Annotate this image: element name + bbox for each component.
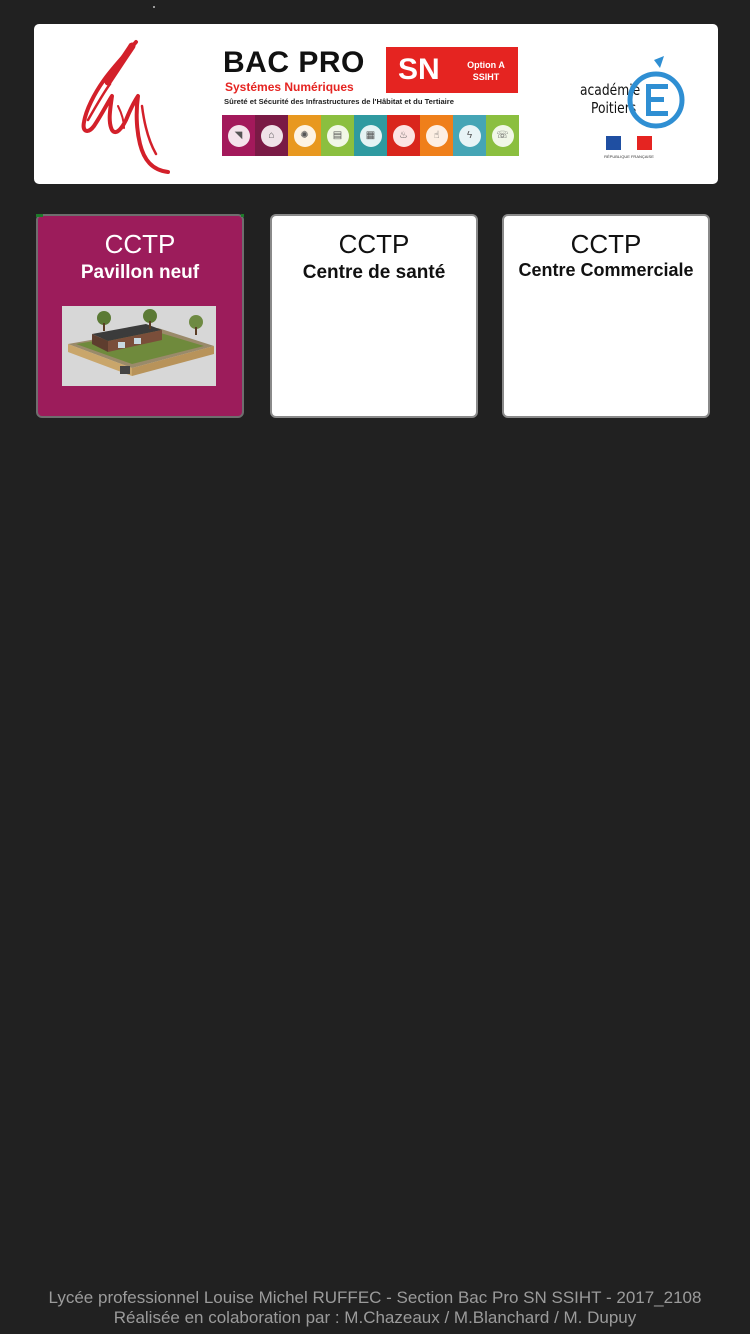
academie-e-logo-icon [627, 56, 685, 129]
network-icon: ▤ [326, 124, 349, 147]
domain-tile: ♨ [387, 115, 420, 156]
domain-tile: ▦ [354, 115, 387, 156]
republique-caption: RÉPUBLIQUE FRANÇAISE [604, 154, 654, 159]
card-title: CCTP [338, 229, 410, 259]
domain-tile: ☝ [420, 115, 453, 156]
lightbulb-icon: ✺ [293, 124, 316, 147]
server-icon: ▦ [359, 124, 382, 147]
republique-flag-icon [606, 136, 652, 150]
fire-alarm-icon: ♨ [392, 124, 415, 147]
touchscreen-icon: ☝ [425, 124, 448, 147]
pavillon-3d-image [62, 306, 216, 386]
sn-option-code: SSIHT [472, 72, 500, 82]
header-banner: BAC PRO SN Option A SSIHT Systémes Numér… [34, 24, 718, 184]
sn-label: SN [398, 53, 440, 86]
home-icon: ⌂ [260, 124, 283, 147]
domain-tile: ⌂ [255, 115, 288, 156]
footer-credits-line2: Réalisée en colaboration par : M.Chazeau… [113, 1308, 637, 1327]
footer-credits-line1: Lycée professionnel Louise Michel RUFFEC… [48, 1288, 702, 1307]
card-centre-commerciale[interactable]: CCTP Centre Commerciale [502, 214, 710, 418]
sn-option-label: Option A [467, 60, 505, 70]
sn-option: Option A SSIHT [458, 59, 514, 83]
bac-pro-subtitle: Systémes Numériques [225, 80, 354, 94]
selection-marker [36, 214, 43, 217]
bac-pro-title: BAC PRO [223, 46, 365, 79]
card-title: CCTP [104, 229, 176, 259]
lycee-logo-icon [81, 40, 170, 174]
domain-tile: ✺ [288, 115, 321, 156]
domain-tile: ◥ [222, 115, 255, 156]
card-pavillon-neuf[interactable]: CCTP Pavillon neuf [36, 214, 244, 418]
sn-badge: SN Option A SSIHT [386, 47, 518, 93]
bac-pro-description: Sûreté et Sécurité des Infrastructures d… [224, 97, 454, 106]
status-dot [153, 6, 155, 8]
card-subtitle: Centre de santé [302, 262, 446, 283]
selection-marker [241, 214, 244, 217]
domain-tile: ϟ [453, 115, 486, 156]
electric-icon: ϟ [458, 124, 481, 147]
card-centre-de-sante[interactable]: CCTP Centre de santé [270, 214, 478, 418]
domain-tile: ▤ [321, 115, 354, 156]
card-title: CCTP [570, 229, 642, 259]
card-subtitle: Centre Commerciale [518, 260, 694, 280]
phone-icon: ☏ [491, 124, 514, 147]
domain-tile: ☏ [486, 115, 519, 156]
domain-icon-strip: ◥ ⌂ ✺ ▤ ▦ ♨ ☝ ϟ ☏ [222, 115, 519, 156]
card-subtitle: Pavillon neuf [80, 262, 200, 283]
camera-icon: ◥ [227, 124, 250, 147]
